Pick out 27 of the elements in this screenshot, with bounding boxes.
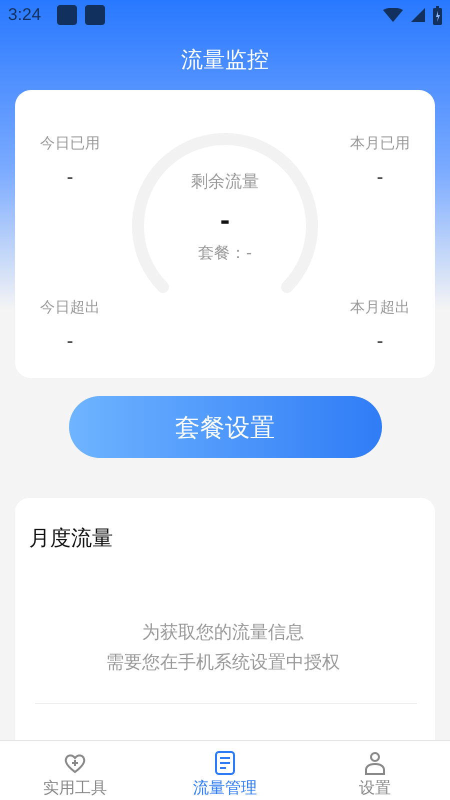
section-title: 月度流量 [29, 525, 114, 552]
stat-value: - [66, 331, 74, 352]
stat-label: 本月超出 [350, 298, 410, 317]
stat-value: - [376, 331, 384, 352]
gauge-value: - [220, 207, 230, 235]
plan-settings-button[interactable]: 套餐设置 [68, 396, 382, 458]
gauge-label: 剩余流量 [191, 171, 259, 193]
person-icon [363, 751, 387, 775]
battery-icon [433, 6, 442, 24]
nav-tab[interactable]: 设置 [300, 741, 450, 800]
wifi-icon [383, 8, 403, 22]
nav-tab[interactable]: 实用工具 [0, 741, 150, 800]
permission-message: 需要您在手机系统设置中授权 [105, 651, 341, 675]
signal-icon [411, 8, 425, 22]
notification-icon [85, 5, 106, 25]
page-title: 流量监控 [180, 47, 270, 75]
document-icon [213, 751, 237, 775]
nav-tab[interactable]: 流量管理 [150, 741, 300, 800]
status-time: 3:24 [8, 5, 42, 25]
stat-value: - [66, 167, 74, 188]
stat-value: - [376, 167, 384, 188]
stat-label: 今日超出 [40, 298, 100, 317]
stat-label: 本月已用 [350, 134, 410, 153]
notification-icon [57, 5, 78, 25]
stat-label: 今日已用 [40, 134, 100, 153]
permission-message: 为获取您的流量信息 [141, 621, 305, 645]
plan-text: 套餐：- [198, 243, 252, 264]
